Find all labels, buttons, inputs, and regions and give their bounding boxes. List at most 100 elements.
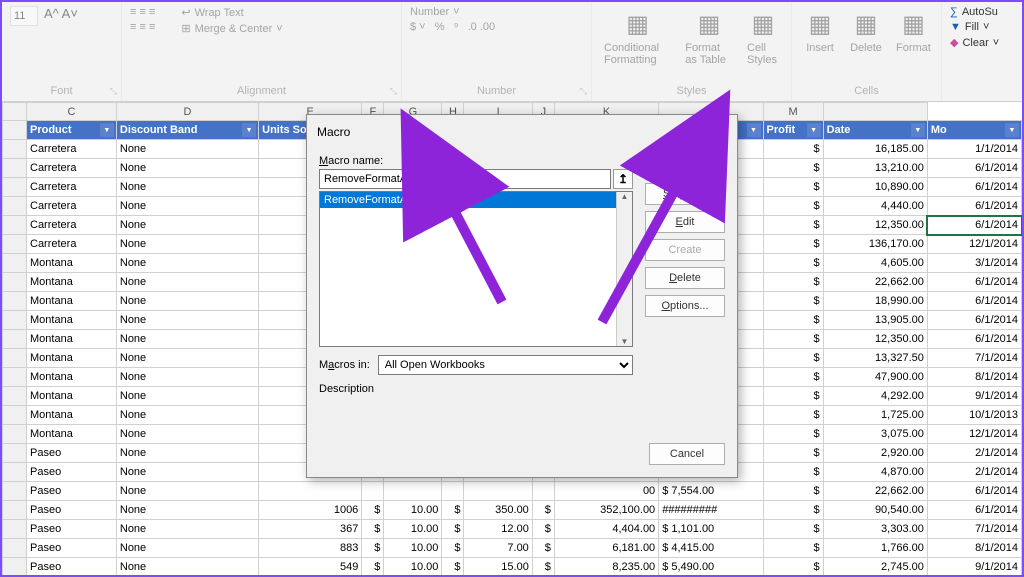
cell[interactable]: $ <box>763 463 823 482</box>
cell[interactable]: 8/1/2014 <box>927 539 1021 558</box>
table-header-cell[interactable]: Mo <box>927 121 1021 140</box>
cancel-button[interactable]: Cancel <box>649 443 725 465</box>
cell[interactable]: None <box>116 463 258 482</box>
cell[interactable]: 352,100.00 <box>554 501 658 520</box>
cell[interactable]: $ 5,490.00 <box>659 558 763 576</box>
cell[interactable]: Montana <box>27 425 117 444</box>
cell[interactable]: 136,170.00 <box>823 235 927 254</box>
col-header[interactable]: C <box>27 103 117 121</box>
cell[interactable]: $ <box>763 349 823 368</box>
cell[interactable]: 10.00 <box>384 558 442 576</box>
table-header-cell[interactable]: Product <box>27 121 117 140</box>
cell[interactable]: 4,404.00 <box>554 520 658 539</box>
cell[interactable]: None <box>116 425 258 444</box>
cell[interactable]: 350.00 <box>464 501 532 520</box>
cell[interactable]: Carretera <box>27 159 117 178</box>
cell[interactable]: None <box>116 482 258 501</box>
cell[interactable]: 4,870.00 <box>823 463 927 482</box>
cell[interactable]: None <box>116 311 258 330</box>
run-button[interactable]: Run <box>645 155 725 177</box>
cell[interactable]: 8,235.00 <box>554 558 658 576</box>
cell[interactable]: 90,540.00 <box>823 501 927 520</box>
cell[interactable]: 10.00 <box>384 539 442 558</box>
cell[interactable]: Montana <box>27 349 117 368</box>
cell[interactable]: 6/1/2014 <box>927 216 1021 235</box>
cell[interactable]: $ <box>362 501 384 520</box>
cell[interactable]: 1006 <box>259 501 362 520</box>
cell[interactable]: $ <box>763 216 823 235</box>
cell[interactable]: $ 4,415.00 <box>659 539 763 558</box>
cell[interactable]: None <box>116 368 258 387</box>
cell[interactable]: None <box>116 501 258 520</box>
cell[interactable]: $ <box>763 197 823 216</box>
cell[interactable]: 12/1/2014 <box>927 425 1021 444</box>
cell[interactable]: $ <box>763 482 823 501</box>
cell[interactable]: None <box>116 387 258 406</box>
cell[interactable]: Paseo <box>27 463 117 482</box>
cell[interactable]: 2,920.00 <box>823 444 927 463</box>
cell[interactable]: Montana <box>27 273 117 292</box>
cell[interactable]: 12.00 <box>464 520 532 539</box>
cell[interactable]: 549 <box>259 558 362 576</box>
cell[interactable]: 10.00 <box>384 520 442 539</box>
cell[interactable]: None <box>116 406 258 425</box>
cell[interactable]: 12,350.00 <box>823 330 927 349</box>
cell[interactable]: 15.00 <box>464 558 532 576</box>
cell[interactable]: Montana <box>27 387 117 406</box>
cell[interactable]: None <box>116 140 258 159</box>
cell[interactable]: None <box>116 520 258 539</box>
cell[interactable]: ######### <box>659 501 763 520</box>
cell[interactable]: Carretera <box>27 235 117 254</box>
cell[interactable]: $ <box>763 539 823 558</box>
cell[interactable]: $ <box>763 406 823 425</box>
cell[interactable]: 12,350.00 <box>823 216 927 235</box>
cell[interactable]: None <box>116 558 258 576</box>
cell[interactable]: $ <box>532 539 554 558</box>
col-header[interactable]: D <box>116 103 258 121</box>
cell[interactable]: None <box>116 444 258 463</box>
cell[interactable]: Montana <box>27 406 117 425</box>
cell[interactable]: 6/1/2014 <box>927 178 1021 197</box>
edit-button[interactable]: Edit <box>645 211 725 233</box>
cell[interactable]: $ <box>763 330 823 349</box>
cell[interactable] <box>464 482 532 501</box>
cell[interactable]: Carretera <box>27 197 117 216</box>
cell[interactable]: 2/1/2014 <box>927 463 1021 482</box>
cell[interactable]: Montana <box>27 330 117 349</box>
cell[interactable]: Montana <box>27 292 117 311</box>
cell[interactable]: None <box>116 159 258 178</box>
cell[interactable]: 13,905.00 <box>823 311 927 330</box>
delete-dialog-button[interactable]: Delete <box>645 267 725 289</box>
cell[interactable]: 13,327.50 <box>823 349 927 368</box>
cell[interactable]: None <box>116 539 258 558</box>
macro-list-item[interactable]: RemoveFormatAsTable <box>320 192 632 208</box>
cell[interactable]: $ <box>763 425 823 444</box>
cell[interactable]: $ <box>763 292 823 311</box>
cell[interactable]: $ <box>763 311 823 330</box>
format-as-table-button[interactable]: ▦Format as Table <box>681 6 737 68</box>
cell[interactable]: 16,185.00 <box>823 140 927 159</box>
cell[interactable]: $ 7,554.00 <box>659 482 763 501</box>
cell[interactable]: 4,292.00 <box>823 387 927 406</box>
cell[interactable]: Paseo <box>27 501 117 520</box>
insert-button[interactable]: ▦Insert <box>800 6 840 56</box>
cell[interactable]: Paseo <box>27 539 117 558</box>
cell[interactable]: $ <box>763 159 823 178</box>
cell[interactable]: 1/1/2014 <box>927 140 1021 159</box>
cell[interactable]: $ <box>763 520 823 539</box>
cell[interactable]: 47,900.00 <box>823 368 927 387</box>
scrollbar[interactable]: ▲▼ <box>616 192 632 346</box>
format-button[interactable]: ▦Format <box>892 6 935 56</box>
cell[interactable]: Montana <box>27 368 117 387</box>
cell[interactable]: $ <box>763 235 823 254</box>
cell[interactable]: $ <box>763 273 823 292</box>
cell[interactable]: 6/1/2014 <box>927 501 1021 520</box>
cell[interactable]: 3/1/2014 <box>927 254 1021 273</box>
cell[interactable]: $ <box>442 501 464 520</box>
cell[interactable]: $ <box>763 387 823 406</box>
col-header[interactable] <box>3 103 27 121</box>
cell[interactable]: 4,605.00 <box>823 254 927 273</box>
cell[interactable] <box>442 482 464 501</box>
cell[interactable]: None <box>116 178 258 197</box>
cell[interactable]: 7.00 <box>464 539 532 558</box>
